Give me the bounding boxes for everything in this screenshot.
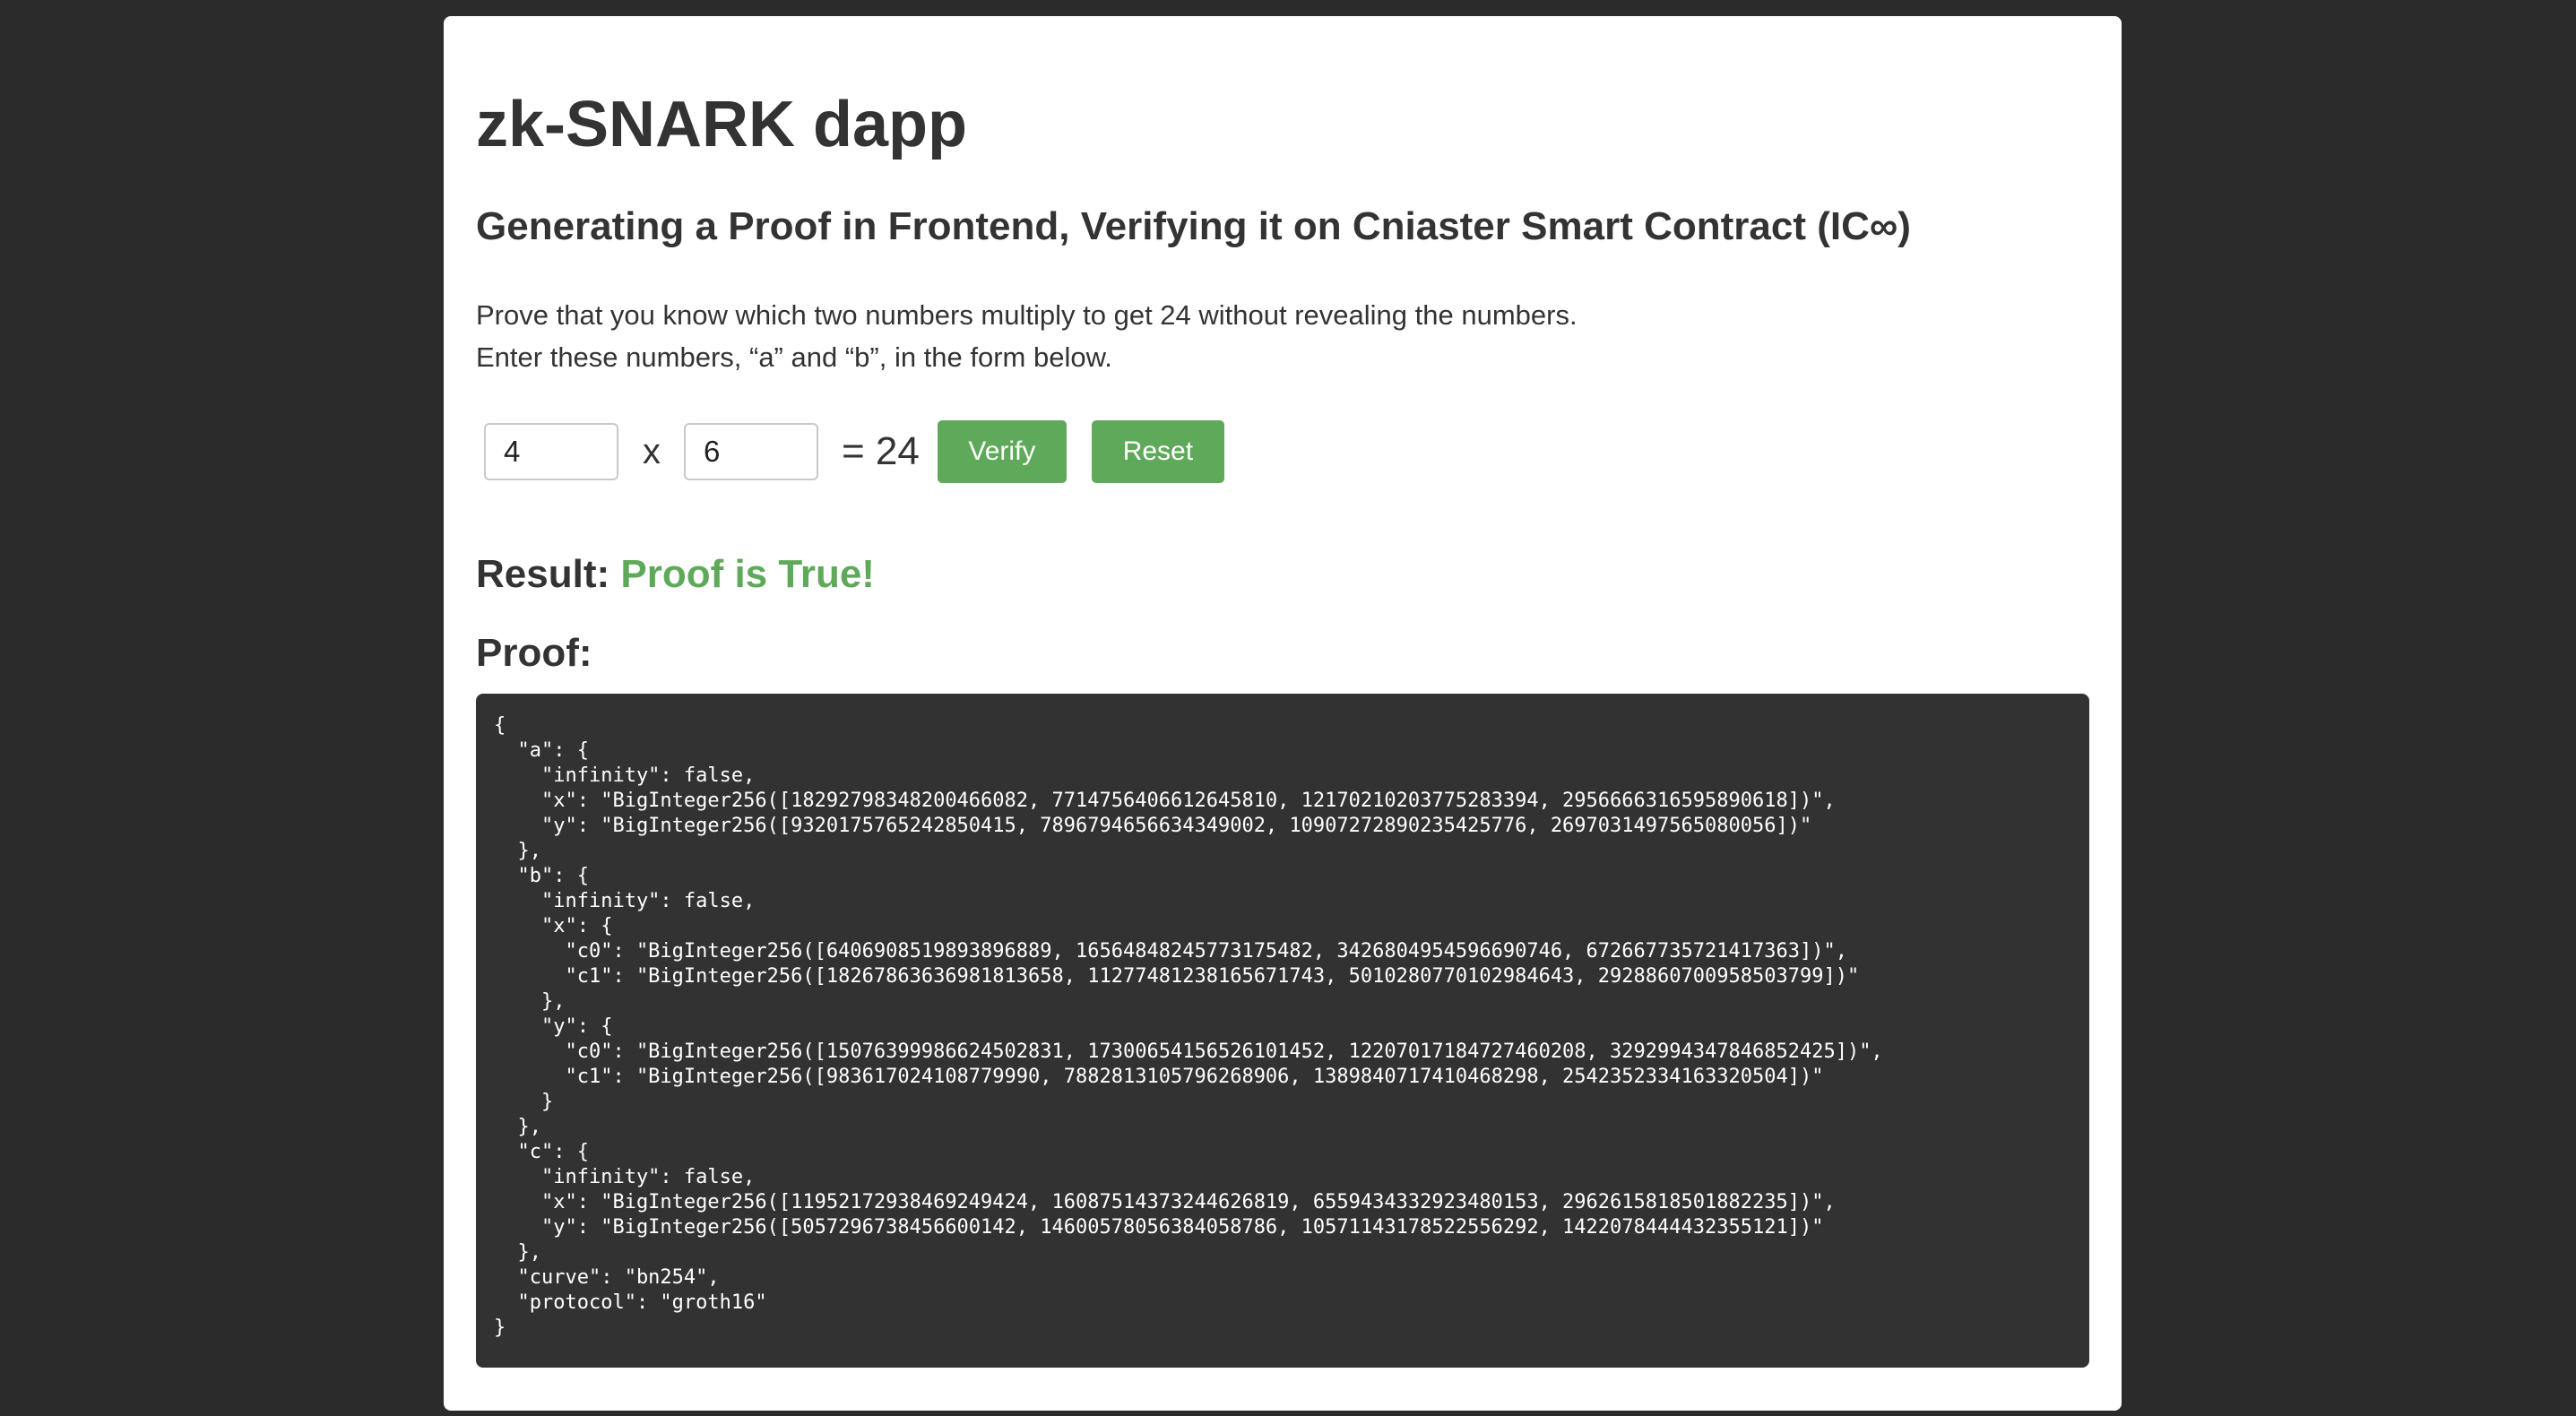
result-label: Result: [476, 552, 610, 596]
result-line: Result: Proof is True! [476, 552, 875, 597]
number-b-input[interactable] [684, 423, 818, 480]
proof-heading: Proof: [476, 631, 592, 675]
number-a-input[interactable] [484, 423, 618, 480]
verify-button[interactable]: Verify [937, 420, 1067, 483]
equals-product: = 24 [842, 429, 920, 473]
description-line-1: Prove that you know which two numbers mu… [476, 299, 1578, 331]
reset-button[interactable]: Reset [1091, 420, 1224, 483]
description: Prove that you know which two numbers mu… [476, 294, 1578, 378]
main-card: zk-SNARK dapp Generating a Proof in Fron… [444, 16, 2122, 1411]
description-line-2: Enter these numbers, “a” and “b”, in the… [476, 341, 1112, 373]
multiply-form: x = 24 Verify Reset [476, 412, 1224, 491]
page-title: zk-SNARK dapp [476, 89, 968, 160]
page-subtitle: Generating a Proof in Frontend, Verifyin… [476, 204, 1911, 248]
proof-json: { "a": { "infinity": false, "x": "BigInt… [494, 714, 1883, 1339]
proof-code-block: { "a": { "infinity": false, "x": "BigInt… [476, 694, 2089, 1368]
result-value: Proof is True! [620, 552, 875, 596]
times-symbol: x [643, 431, 661, 471]
